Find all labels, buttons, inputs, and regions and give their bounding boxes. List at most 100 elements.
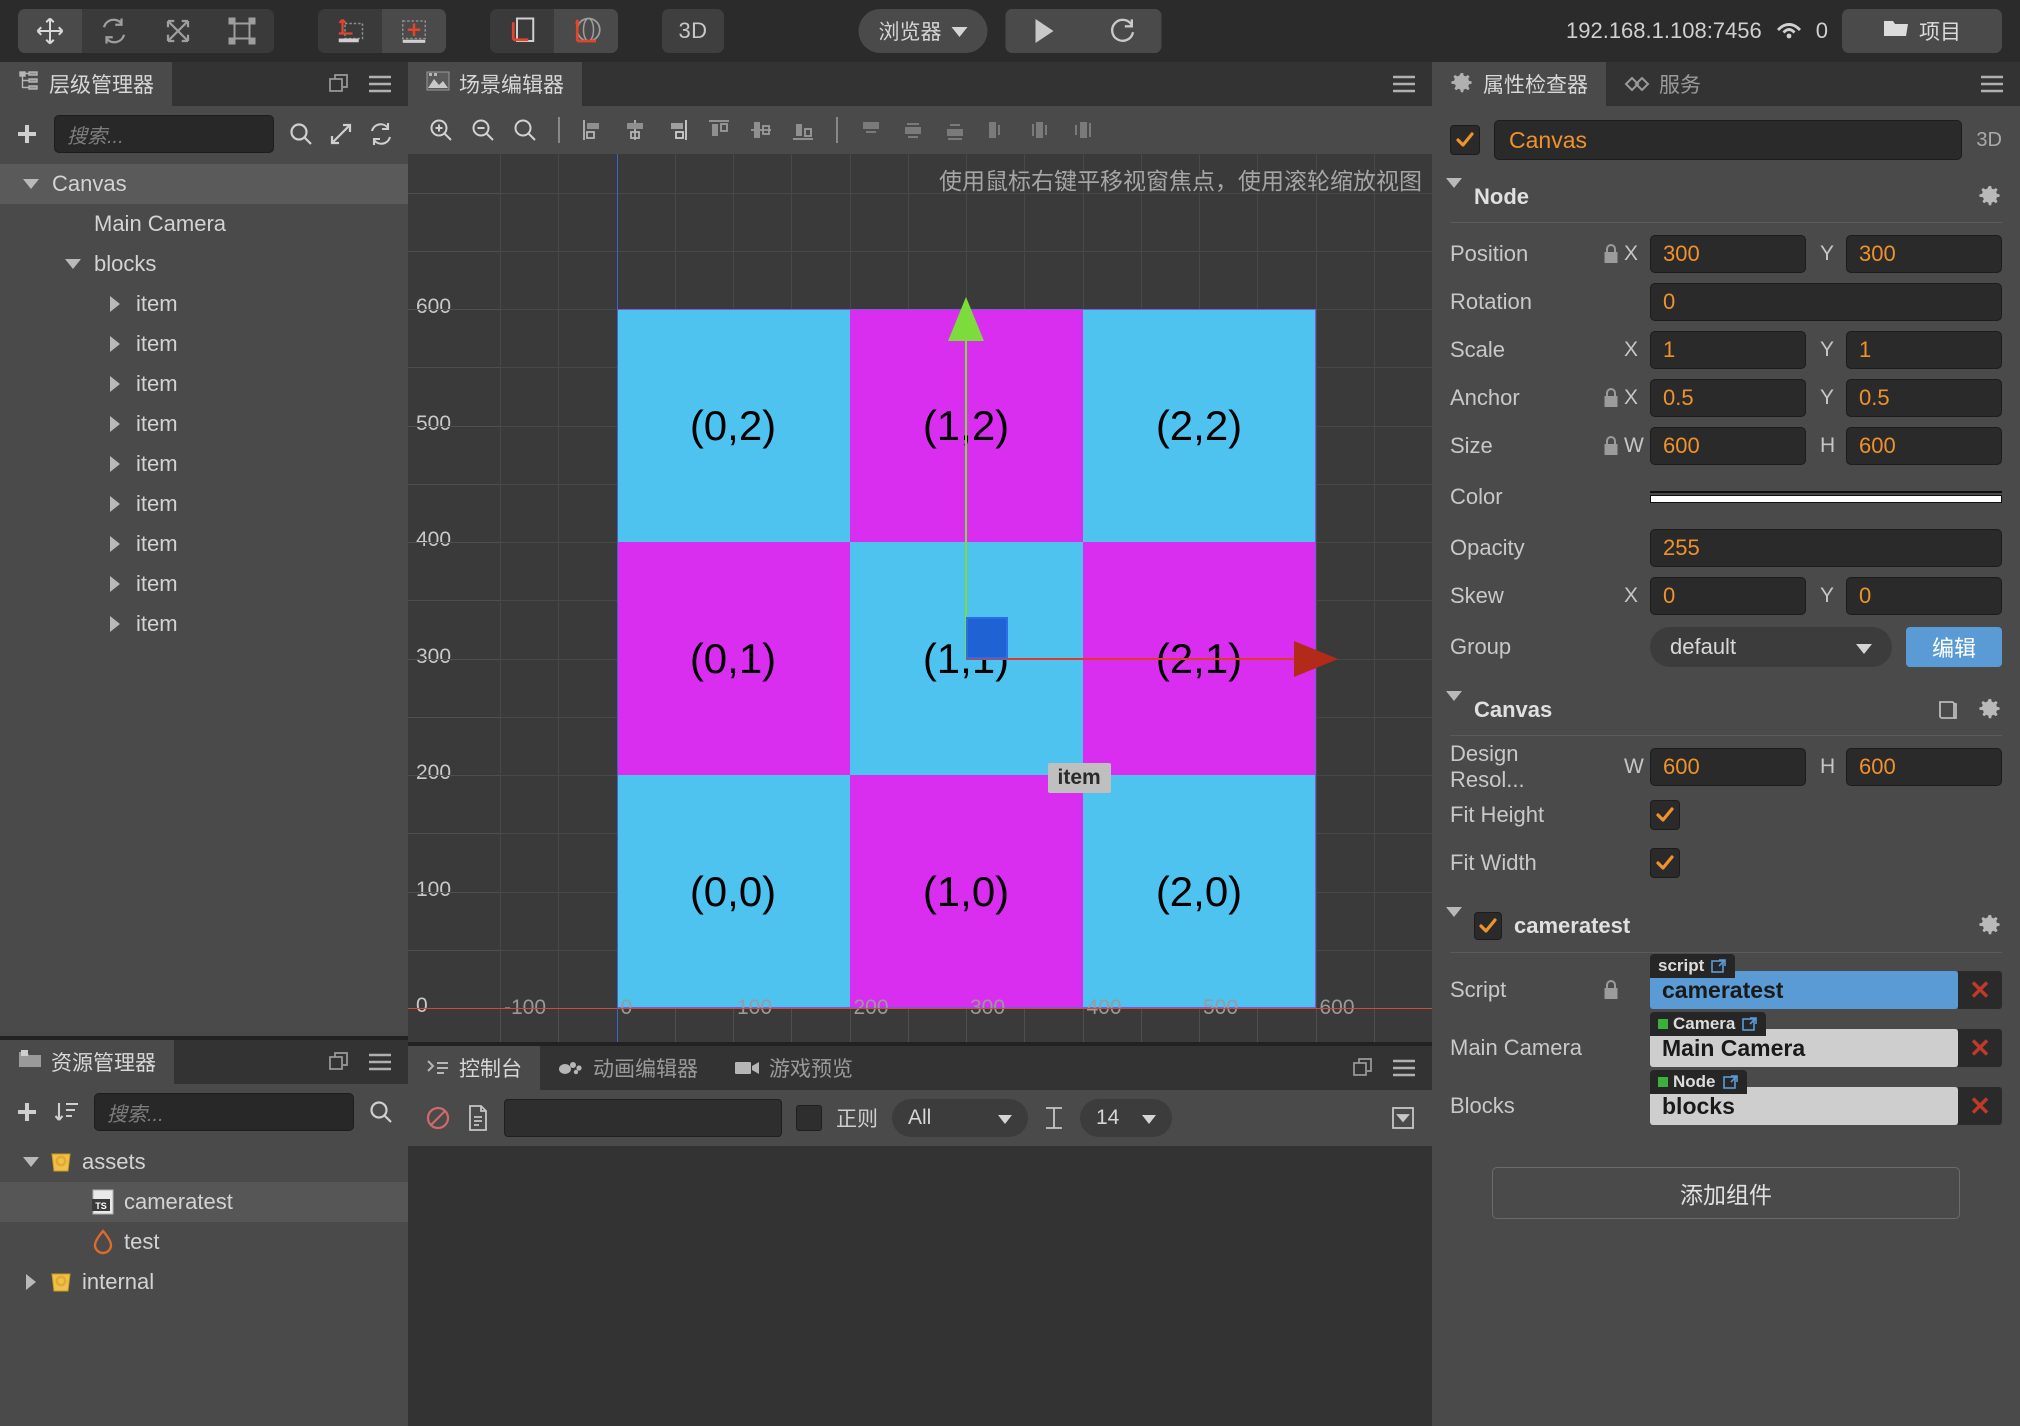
lock-icon[interactable] (1598, 979, 1624, 1001)
gizmo-center-handle[interactable] (966, 616, 1008, 659)
caret-right-icon[interactable] (102, 496, 128, 512)
hierarchy-search-input[interactable]: 搜索... (54, 115, 274, 153)
log-level-select[interactable]: All (892, 1099, 1028, 1137)
menu-icon[interactable] (1980, 75, 2004, 93)
hierarchy-item-main-camera[interactable]: Main Camera (0, 204, 408, 244)
hierarchy-item-item[interactable]: item (0, 404, 408, 444)
add-asset-button[interactable] (14, 1099, 40, 1125)
tab-hierarchy[interactable]: 层级管理器 (0, 62, 172, 106)
tab-services[interactable]: 服务 (1606, 62, 1719, 106)
caret-right-icon[interactable] (102, 376, 128, 392)
dimension-toggle-button[interactable]: 3D (662, 9, 724, 53)
align-top-icon[interactable] (700, 111, 738, 149)
distribute-left-icon[interactable] (978, 111, 1016, 149)
log-file-icon[interactable] (466, 1104, 490, 1132)
console-filter-input[interactable] (504, 1099, 782, 1137)
block-cell[interactable]: (2,2) (1082, 309, 1316, 542)
assets-search-input[interactable]: 搜索... (94, 1093, 354, 1131)
scale-tool-button[interactable] (146, 9, 210, 53)
caret-down-icon[interactable] (18, 179, 44, 189)
tab-console[interactable]: 控制台 (408, 1046, 540, 1090)
gizmo-x-arrow[interactable] (1293, 640, 1338, 677)
position-x-input[interactable]: 300 (1650, 235, 1806, 273)
asset-item-cameratest[interactable]: TS cameratest (0, 1182, 408, 1222)
caret-right-icon[interactable] (102, 456, 128, 472)
external-link-icon[interactable] (1722, 1074, 1739, 1090)
group-edit-button[interactable]: 编辑 (1906, 627, 2002, 667)
group-select[interactable]: default (1650, 627, 1892, 667)
position-y-input[interactable]: 300 (1846, 235, 2002, 273)
node-name-input[interactable]: Canvas (1494, 120, 1963, 160)
script-section-header[interactable]: cameratest (1432, 902, 2020, 946)
opacity-input[interactable]: 255 (1650, 529, 2002, 567)
design-resolution-w-input[interactable]: 600 (1650, 748, 1806, 786)
help-book-icon[interactable] (1936, 698, 1960, 722)
align-middle-icon[interactable] (742, 111, 780, 149)
zoom-out-icon[interactable] (464, 111, 502, 149)
gizmo-x-axis[interactable] (966, 657, 1304, 660)
caret-right-icon[interactable] (18, 1274, 44, 1290)
hierarchy-item-item[interactable]: item (0, 364, 408, 404)
scroll-to-bottom-button[interactable] (1390, 1105, 1416, 1131)
node-section-header[interactable]: Node (1432, 174, 2020, 216)
design-resolution-h-input[interactable]: 600 (1846, 748, 2002, 786)
global-coord-tool-button[interactable] (554, 9, 618, 53)
search-icon[interactable] (288, 121, 314, 147)
skew-x-input[interactable]: 0 (1650, 577, 1806, 615)
add-node-button[interactable] (14, 121, 40, 147)
rotation-input[interactable]: 0 (1650, 283, 2002, 321)
regex-checkbox[interactable] (796, 1105, 822, 1131)
refresh-button[interactable] (1083, 9, 1162, 53)
caret-right-icon[interactable] (102, 336, 128, 352)
caret-right-icon[interactable] (102, 416, 128, 432)
hierarchy-item-item[interactable]: item (0, 484, 408, 524)
scene-viewport[interactable]: (0,2)(1,2)(2,2)(0,1)(1,1)(2,1)(0,0)(1,0)… (408, 154, 1432, 1042)
caret-down-icon[interactable] (18, 1157, 44, 1167)
lock-icon[interactable] (1598, 243, 1624, 265)
color-alpha-bar[interactable] (1650, 495, 2002, 503)
script-ref-type-badge[interactable]: Node (1650, 1070, 1747, 1094)
hierarchy-item-item[interactable]: item (0, 524, 408, 564)
hierarchy-item-item[interactable]: item (0, 324, 408, 364)
gizmo-y-arrow[interactable] (948, 296, 984, 341)
block-cell[interactable]: (0,1) (616, 542, 850, 775)
align-center-h-icon[interactable] (616, 111, 654, 149)
project-button[interactable]: 项目 (1842, 9, 2002, 53)
asset-item-assets[interactable]: assets (0, 1142, 408, 1182)
align-right-icon[interactable] (658, 111, 696, 149)
anchor-x-input[interactable]: 0.5 (1650, 379, 1806, 417)
device-select[interactable]: 浏览器 (858, 9, 988, 53)
external-link-icon[interactable] (1742, 1016, 1758, 1032)
caret-right-icon[interactable] (102, 536, 128, 552)
distribute-top-icon[interactable] (852, 111, 890, 149)
console-output[interactable] (408, 1146, 1432, 1426)
popout-icon[interactable] (1352, 1057, 1374, 1079)
zoom-in-icon[interactable] (422, 111, 460, 149)
script-ref-type-badge[interactable]: Camera (1650, 1012, 1767, 1036)
tab-animation-editor[interactable]: 动画编辑器 (540, 1046, 716, 1090)
hierarchy-item-item[interactable]: item (0, 564, 408, 604)
clear-console-button[interactable] (424, 1104, 452, 1132)
pivot-tool-button[interactable] (318, 9, 382, 53)
asset-item-test[interactable]: test (0, 1222, 408, 1262)
scale-y-input[interactable]: 1 (1846, 331, 2002, 369)
color-swatch[interactable] (1650, 491, 2002, 493)
zoom-fit-icon[interactable] (506, 111, 544, 149)
gear-icon[interactable] (1978, 914, 2002, 938)
clear-reference-button[interactable]: ✕ (1958, 1087, 2002, 1125)
caret-right-icon[interactable] (102, 576, 128, 592)
clear-reference-button[interactable]: ✕ (1958, 971, 2002, 1009)
distribute-middle-icon[interactable] (894, 111, 932, 149)
fit-width-checkbox[interactable] (1650, 848, 1680, 878)
distribute-center-icon[interactable] (1020, 111, 1058, 149)
skew-y-input[interactable]: 0 (1846, 577, 2002, 615)
tab-scene-editor[interactable]: 场景编辑器 (408, 62, 582, 106)
hierarchy-item-item[interactable]: item (0, 604, 408, 644)
align-bottom-icon[interactable] (784, 111, 822, 149)
script-ref-type-badge[interactable]: script (1650, 954, 1736, 978)
canvas-section-header[interactable]: Canvas (1432, 687, 2020, 729)
node-enabled-checkbox[interactable] (1450, 125, 1480, 155)
expand-all-icon[interactable] (328, 121, 354, 147)
gizmo-y-axis[interactable] (965, 320, 967, 659)
caret-right-icon[interactable] (102, 616, 128, 632)
